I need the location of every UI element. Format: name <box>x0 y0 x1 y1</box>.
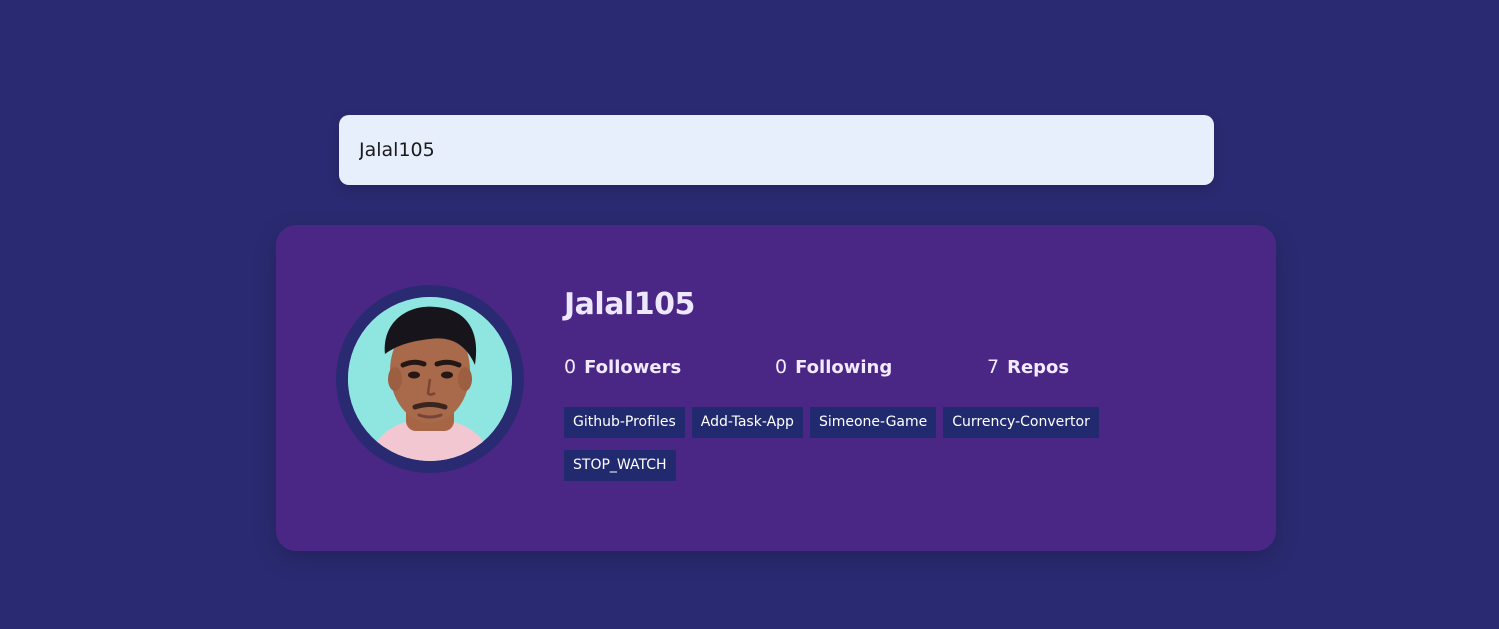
search-form <box>339 115 1214 185</box>
following-label: Following <box>795 357 893 378</box>
repository-list: Github-Profiles Add-Task-App Simeone-Game C… <box>564 407 1184 493</box>
avatar-ring <box>336 285 524 473</box>
repos-stat: 7 Repos <box>987 356 1069 378</box>
avatar-image <box>348 297 512 461</box>
profile-stats: 0 Followers 0 Following 7 Repos <box>564 356 1244 386</box>
page: Jalal105 0 Followers 0 Following 7 Repos Gi… <box>0 0 1499 629</box>
following-count: 0 <box>775 356 788 378</box>
user-name: Jalal105 <box>564 287 695 322</box>
profile-card: Jalal105 0 Followers 0 Following 7 Repos Gi… <box>276 225 1276 551</box>
repo-link-stop-watch[interactable]: STOP_WATCH <box>564 450 676 481</box>
followers-stat: 0 Followers <box>564 356 681 378</box>
repo-link-add-task-app[interactable]: Add-Task-App <box>691 407 803 438</box>
repo-link-simeone-game[interactable]: Simeone-Game <box>809 407 937 438</box>
repo-link-github-profiles[interactable]: Github-Profiles <box>564 407 685 438</box>
repo-link-currency-convertor[interactable]: Currency-Convertor <box>943 407 1099 438</box>
avatar <box>348 297 512 461</box>
followers-count: 0 <box>564 356 577 378</box>
user-info: Jalal105 0 Followers 0 Following 7 Repos Gi… <box>564 225 1244 551</box>
repos-label: Repos <box>1007 357 1070 378</box>
search-input[interactable] <box>339 115 1214 185</box>
repos-count: 7 <box>987 356 1000 378</box>
followers-label: Followers <box>584 357 682 378</box>
following-stat: 0 Following <box>775 356 892 378</box>
